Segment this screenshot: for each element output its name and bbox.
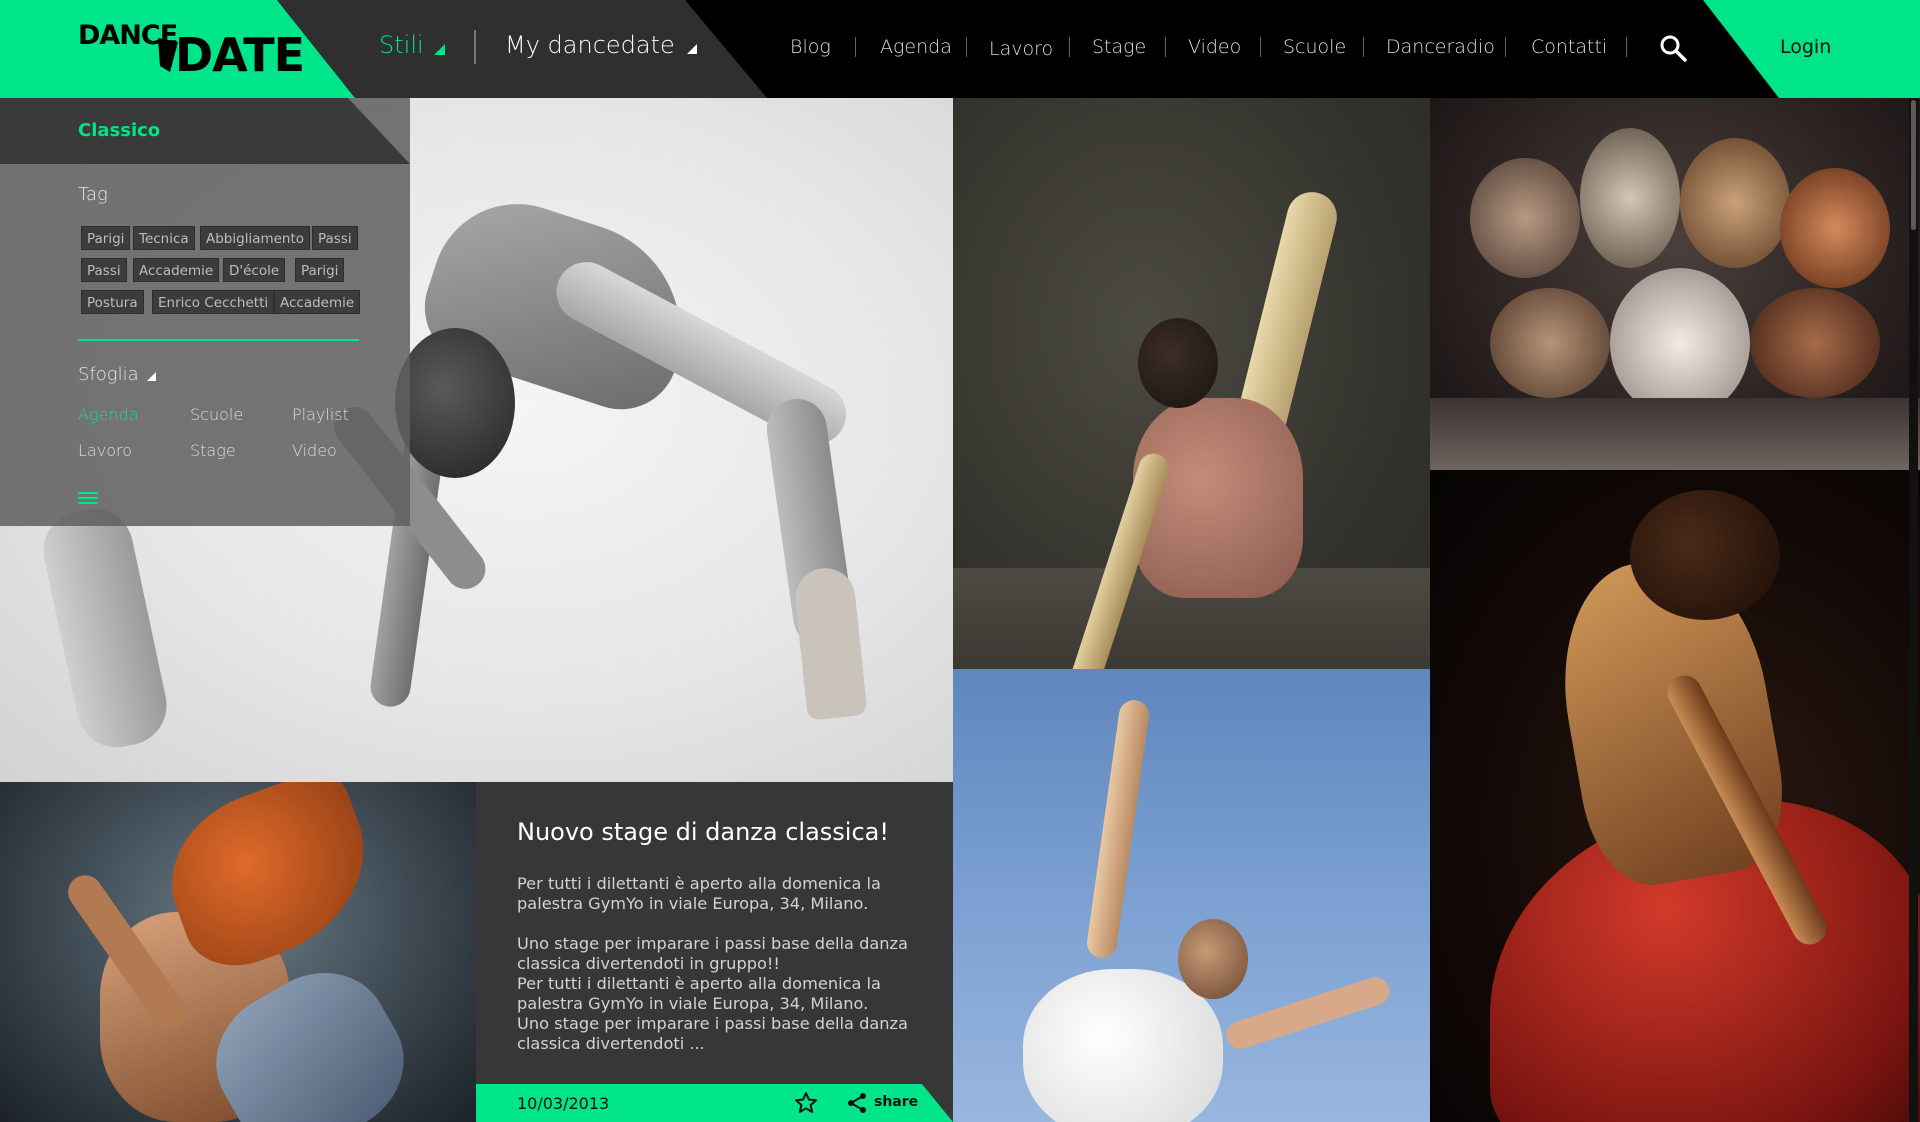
article-body: Per tutti i dilettanti è aperto alla dom… — [517, 874, 908, 1053]
figure-shape — [1178, 919, 1248, 999]
ballet-seated-image[interactable] — [953, 98, 1430, 669]
corner-triangle-icon — [433, 44, 445, 55]
nav-contatti[interactable]: Contatti — [1531, 36, 1607, 58]
browse-playlist[interactable]: Playlist — [292, 405, 349, 424]
figure-shape — [395, 328, 515, 478]
nav-separator — [966, 37, 967, 57]
figure-shape — [1630, 490, 1780, 620]
figure-shape — [792, 565, 868, 721]
browse-lavoro[interactable]: Lavoro — [78, 441, 132, 460]
hamburger-line — [78, 502, 98, 504]
figure-shape — [1750, 288, 1880, 398]
nav-separator — [1165, 37, 1166, 57]
hamburger-line — [78, 497, 98, 499]
browse-scuole[interactable]: Scuole — [190, 405, 243, 424]
figure-shape — [1680, 138, 1790, 268]
nav-video[interactable]: Video — [1188, 36, 1241, 58]
tag-chip[interactable]: Accademie — [274, 290, 361, 314]
hair-dancer-image[interactable] — [0, 782, 476, 1122]
panel-divider — [78, 339, 359, 341]
figure-shape — [1430, 398, 1920, 470]
figure-shape — [1470, 158, 1580, 278]
cats-musical-image[interactable] — [1430, 98, 1920, 470]
tag-heading: Tag — [78, 184, 108, 205]
top-navbar: DANCE DATE Stili My dancedate Blog Agend… — [0, 0, 1920, 98]
article-footer: 10/03/2013 share — [476, 1084, 953, 1122]
article-title[interactable]: Nuovo stage di danza classica! — [517, 818, 937, 846]
figure-shape — [1222, 973, 1394, 1053]
tag-chip[interactable]: Parigi — [81, 226, 131, 250]
browse-stage[interactable]: Stage — [190, 441, 236, 460]
article-date: 10/03/2013 — [517, 1094, 610, 1113]
nav-scuole[interactable]: Scuole — [1283, 36, 1346, 58]
figure-shape — [1580, 128, 1680, 268]
tag-chip[interactable]: Enrico Cecchetti — [152, 290, 275, 314]
tag-chip[interactable]: Passi — [81, 258, 127, 282]
tag-chip[interactable]: Tecnica — [133, 226, 195, 250]
nav-separator — [1363, 37, 1364, 57]
flamenco-dancer-image[interactable] — [1430, 470, 1920, 1122]
dancedate-logo[interactable]: DANCE DATE — [78, 18, 305, 84]
login-button[interactable]: Login — [1780, 36, 1831, 58]
nav-separator — [1505, 37, 1506, 57]
browse-heading-label: Sfoglia — [78, 364, 139, 385]
search-icon[interactable] — [1659, 34, 1687, 62]
style-panel: Classico Tag Parigi Tecnica Abbigliament… — [0, 98, 410, 526]
figure-shape — [1138, 318, 1218, 408]
corner-triangle-icon — [146, 372, 156, 381]
nav-stili[interactable]: Stili — [379, 31, 445, 59]
nav-separator — [1260, 37, 1261, 57]
page-scrollbar[interactable] — [1909, 98, 1918, 1122]
tag-chip[interactable]: Abbigliamento — [200, 226, 311, 250]
ballet-leap-image[interactable] — [953, 669, 1430, 1122]
nav-separator — [1626, 37, 1627, 57]
nav-separator — [1069, 37, 1070, 57]
nav-my-dancedate-label: My dancedate — [505, 31, 675, 59]
tag-chip[interactable]: Parigi — [295, 258, 345, 282]
nav-separator — [855, 37, 856, 57]
hamburger-line — [78, 492, 98, 494]
star-icon[interactable] — [794, 1091, 818, 1115]
panel-title: Classico — [78, 120, 161, 141]
nav-danceradio[interactable]: Danceradio — [1386, 36, 1495, 58]
panel-header — [0, 98, 410, 164]
article-card[interactable]: Nuovo stage di danza classica! Per tutti… — [476, 782, 953, 1122]
tag-chip[interactable]: Accademie — [133, 258, 220, 282]
browse-video[interactable]: Video — [292, 441, 337, 460]
tag-chip[interactable]: D'école — [223, 258, 286, 282]
corner-triangle-icon — [686, 44, 697, 54]
tag-chip[interactable]: Passi — [312, 226, 358, 250]
nav-lavoro[interactable]: Lavoro — [989, 38, 1053, 60]
logo-swoosh-icon — [158, 38, 178, 72]
share-button[interactable]: share — [874, 1094, 918, 1110]
nav-my-dancedate[interactable]: My dancedate — [505, 31, 697, 59]
browse-heading[interactable]: Sfoglia — [78, 364, 156, 385]
figure-shape — [36, 501, 174, 755]
logo-text-date: DATE — [175, 28, 305, 82]
hamburger-icon[interactable] — [78, 492, 98, 504]
tag-chip[interactable]: Postura — [81, 290, 144, 314]
browse-agenda[interactable]: Agenda — [78, 405, 139, 424]
share-icon[interactable] — [846, 1092, 868, 1114]
nav-blog[interactable]: Blog — [790, 36, 831, 58]
nav-stili-label: Stili — [379, 31, 424, 59]
nav-stage[interactable]: Stage — [1092, 36, 1146, 58]
scrollbar-thumb[interactable] — [1911, 100, 1916, 230]
figure-shape — [1490, 288, 1610, 398]
figure-shape — [1780, 168, 1890, 288]
nav-agenda[interactable]: Agenda — [880, 36, 952, 58]
figure-shape — [1610, 268, 1750, 418]
figure-shape — [1085, 698, 1151, 960]
nav-divider — [474, 30, 476, 64]
